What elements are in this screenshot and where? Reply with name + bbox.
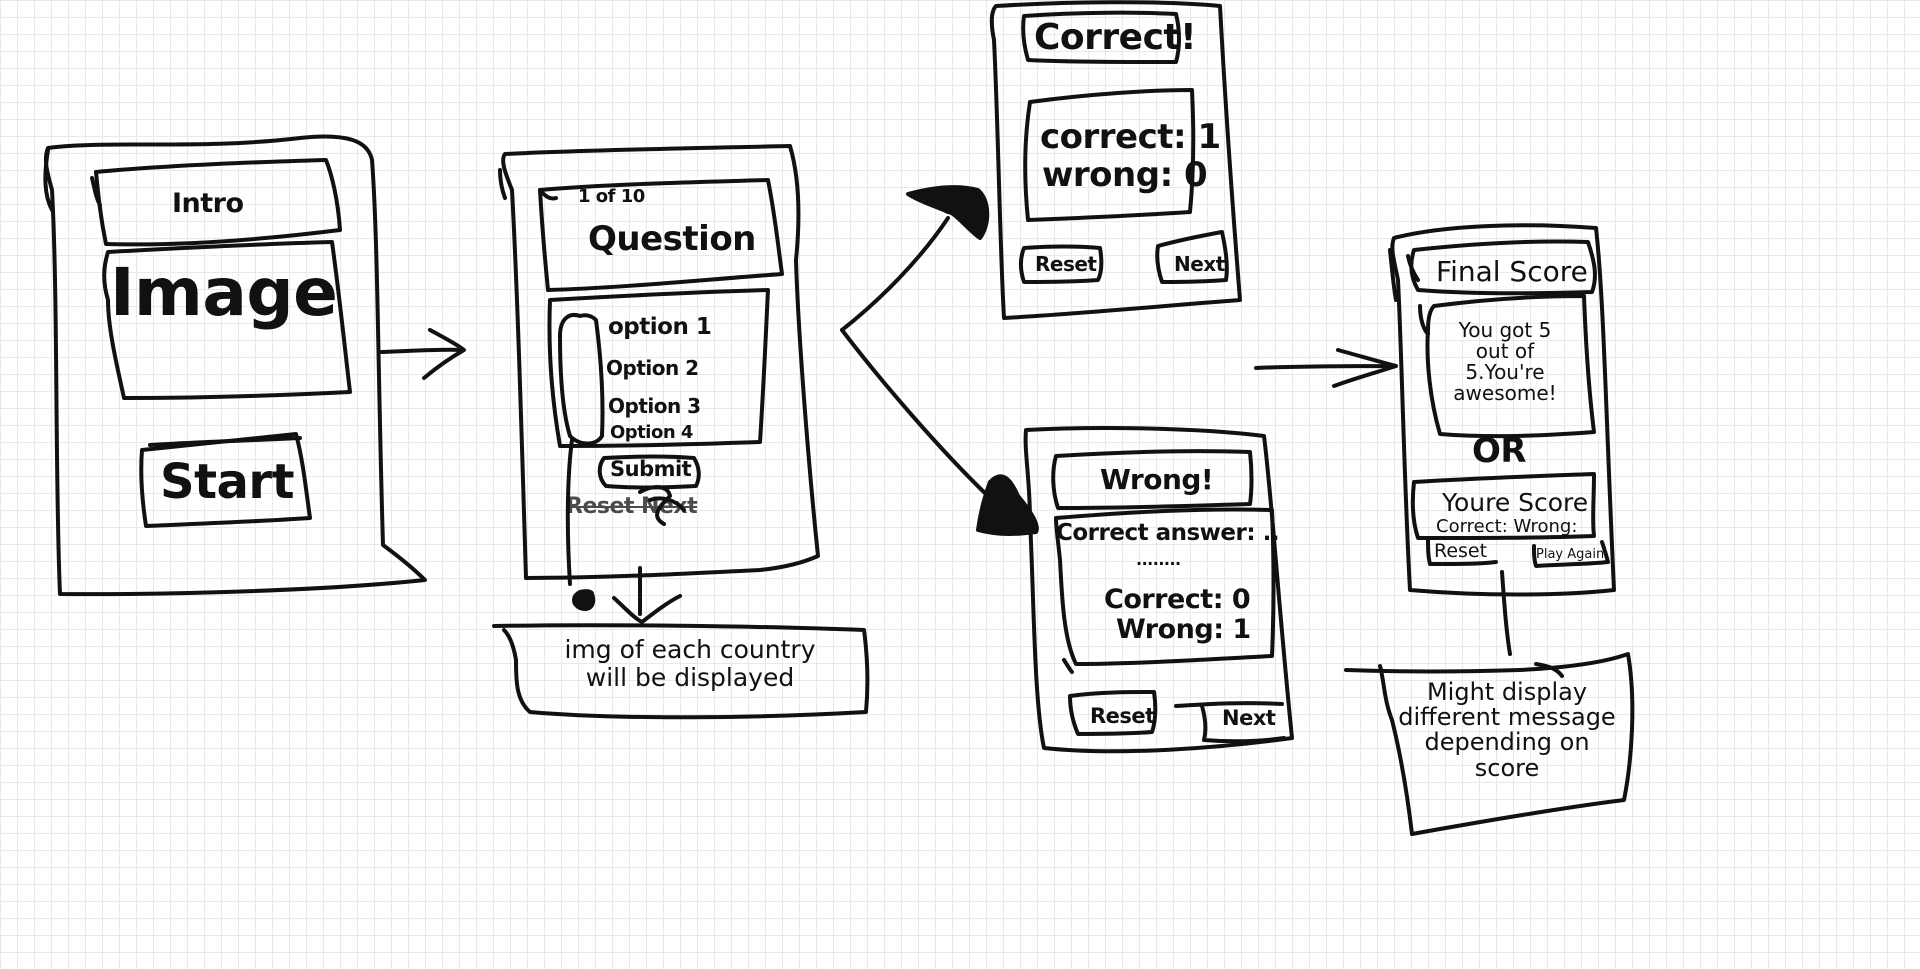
note-message-line-3: depending on <box>1424 728 1590 757</box>
note-message-text: Might display different message dependin… <box>1392 678 1622 782</box>
final-title: Final Score <box>1436 255 1588 288</box>
note-image-line-2: will be displayed <box>585 662 795 692</box>
wrong-answer-dots: ........ <box>1136 550 1181 569</box>
note-message-line-2: different message <box>1398 703 1616 732</box>
question-title: Question <box>588 219 756 259</box>
correct-count: correct: 1 <box>1040 117 1221 157</box>
arrow-question-to-correct <box>840 216 950 332</box>
wrong-correct-answer: Correct answer: .. <box>1056 520 1280 546</box>
arrow-to-final <box>1254 348 1398 388</box>
question-option-4[interactable]: Option 4 <box>610 424 693 442</box>
arrow-intro-to-question <box>380 328 466 380</box>
intro-title: Intro <box>172 188 244 219</box>
final-score-line: Correct: Wrong: <box>1436 516 1578 537</box>
final-play-again-button[interactable]: Play Again <box>1536 548 1604 561</box>
wrong-next-button[interactable]: Next <box>1222 708 1276 729</box>
note-image-line-1: img of each country <box>564 635 816 664</box>
question-crossed-out-buttons: Reset Next <box>566 494 698 519</box>
note-message-line-4: score <box>1474 753 1540 782</box>
correct-title: Correct! <box>1034 17 1197 58</box>
question-option-1[interactable]: option 1 <box>608 316 712 339</box>
note-message-line-1: Might display <box>1426 678 1588 706</box>
question-option-selection <box>558 313 605 446</box>
intro-image-label: Image <box>110 254 338 331</box>
final-message-line-4: awesome! <box>1453 381 1557 405</box>
final-message-line-3: 5.You're <box>1465 360 1545 384</box>
final-or-label: OR <box>1472 431 1527 471</box>
wrong-wrong-count: Wrong: 1 <box>1116 614 1251 645</box>
correct-reset-button[interactable]: Reset <box>1035 254 1097 274</box>
question-option-3[interactable]: Option 3 <box>608 396 701 416</box>
wrong-reset-button[interactable]: Reset <box>1090 706 1155 727</box>
correct-next-button[interactable]: Next <box>1174 254 1225 274</box>
question-submit-button[interactable]: Submit <box>610 459 692 480</box>
intro-start-button[interactable]: Start <box>160 458 295 506</box>
wrong-title: Wrong! <box>1100 463 1214 496</box>
final-message-line-1: You got 5 <box>1458 318 1552 342</box>
wrong-count: wrong: 0 <box>1042 155 1208 195</box>
arrow-question-to-wrong <box>840 328 992 500</box>
wrong-correct-count: Correct: 0 <box>1104 584 1251 615</box>
question-counter: 1 of 10 <box>578 186 645 207</box>
note-image-text: img of each country will be displayed <box>540 636 840 691</box>
final-message-line-2: out of <box>1475 339 1535 363</box>
question-option-2[interactable]: Option 2 <box>606 358 699 378</box>
final-score-title: Youre Score <box>1442 488 1589 517</box>
final-note-pointer <box>1500 570 1512 656</box>
final-message: You got 5 out of 5.You're awesome! <box>1450 320 1560 404</box>
final-reset-button[interactable]: Reset <box>1434 542 1487 561</box>
